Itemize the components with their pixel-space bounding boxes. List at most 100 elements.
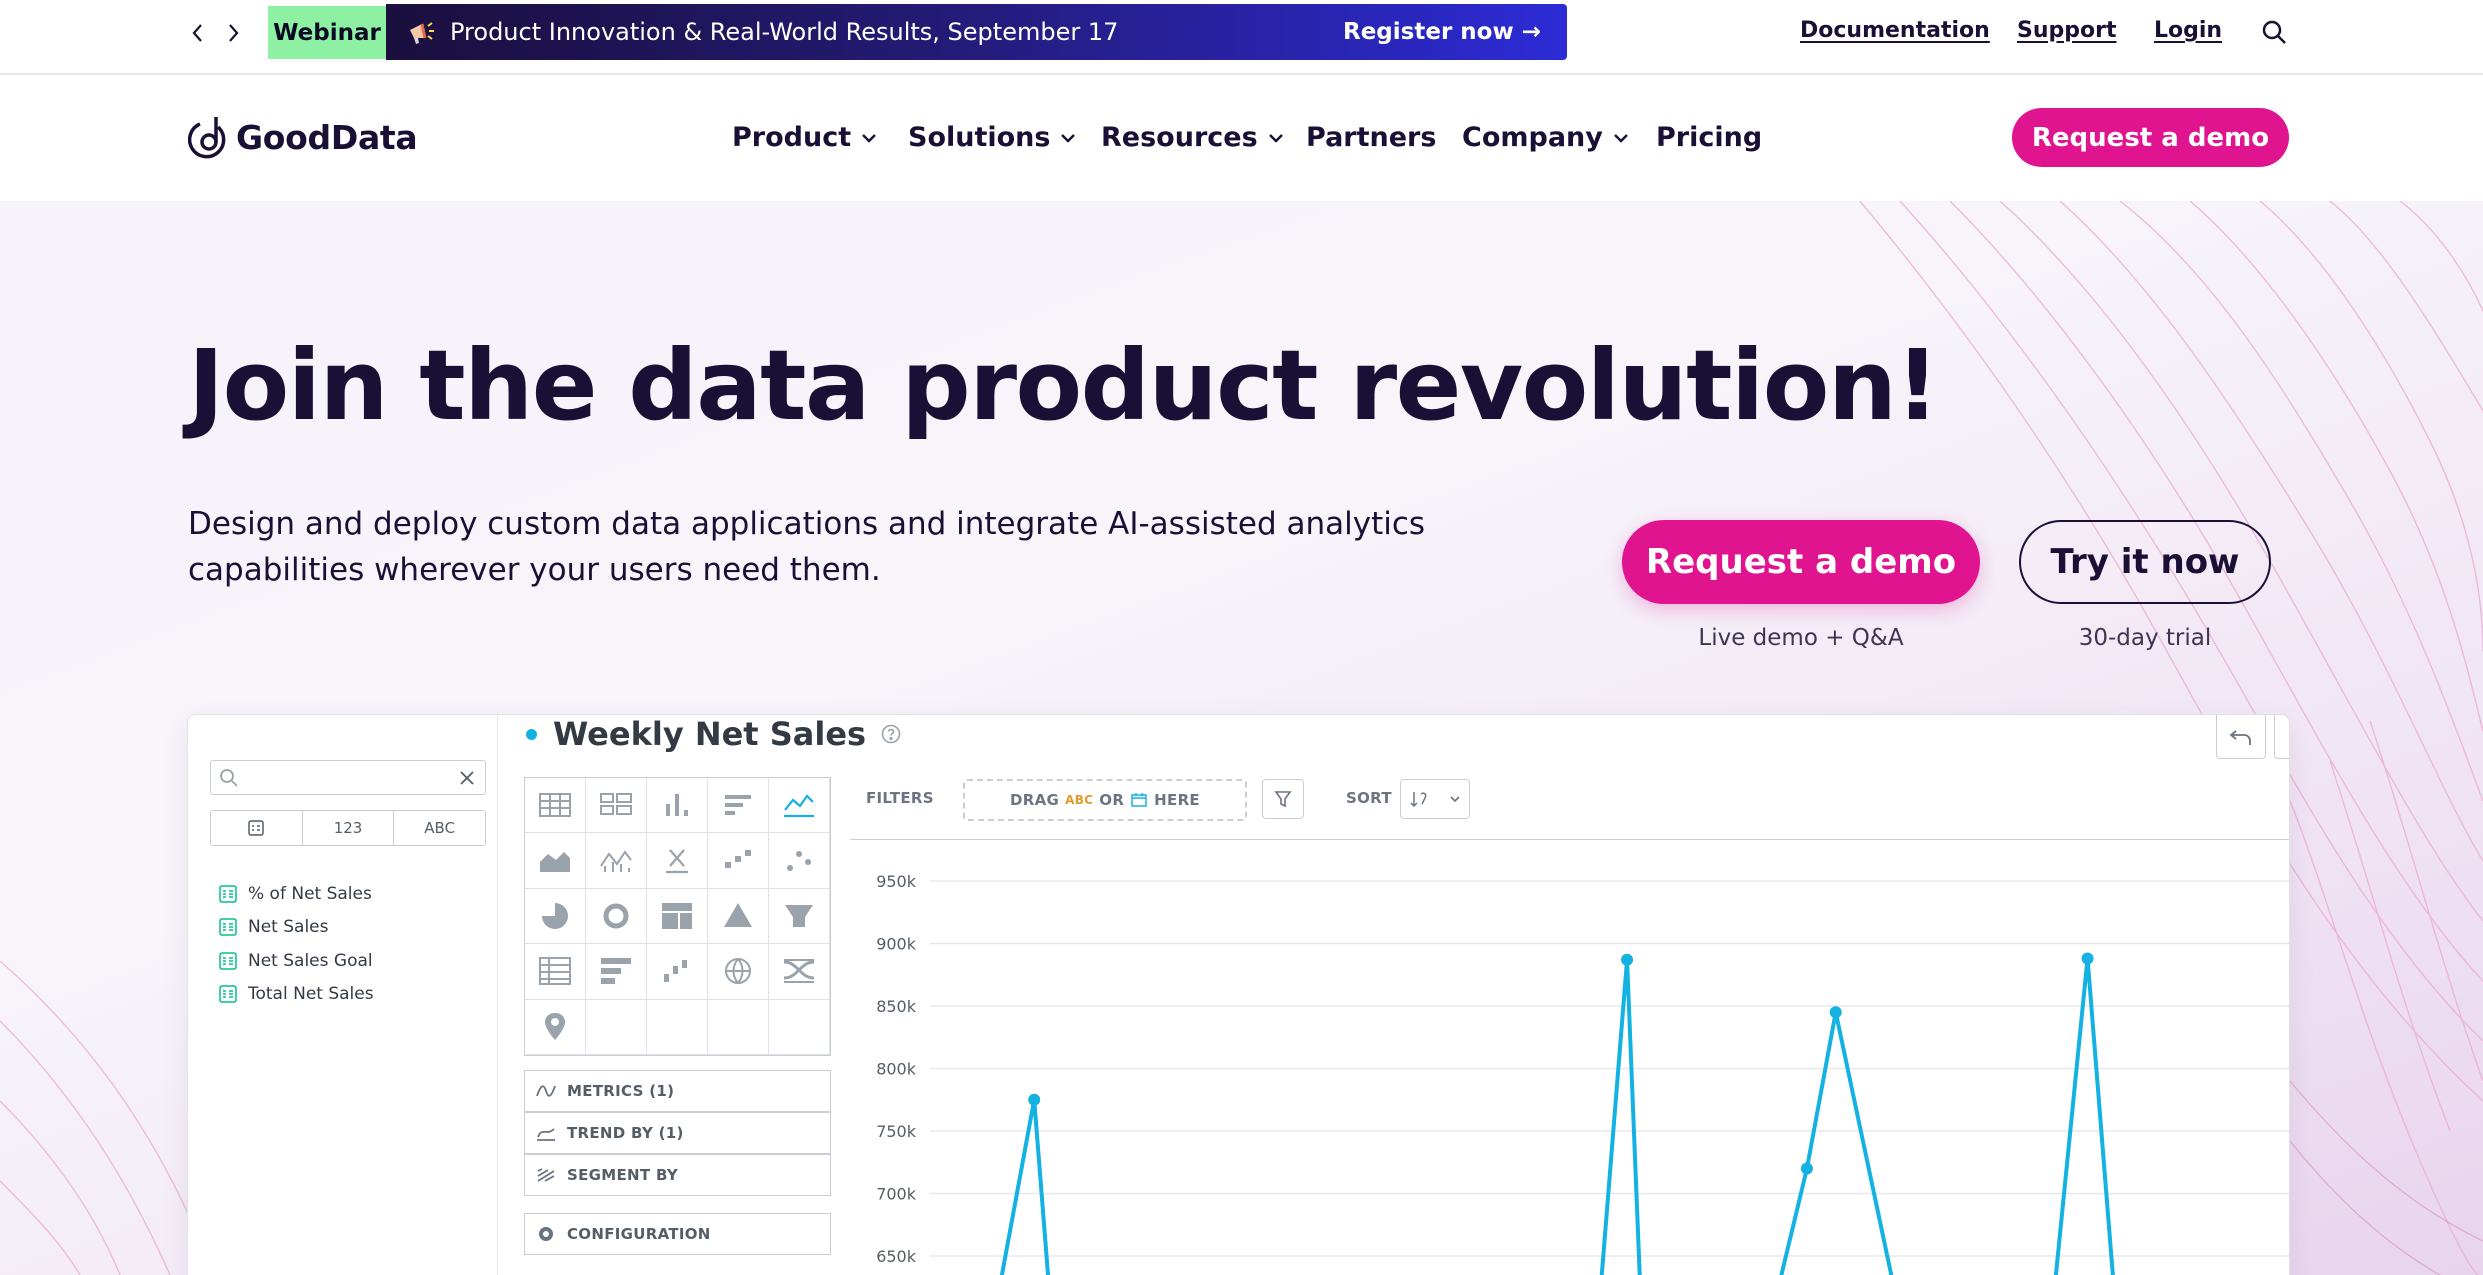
y-tick-label: 900k <box>876 935 917 954</box>
metric-icon <box>219 985 237 1003</box>
search-icon[interactable] <box>2260 18 2288 46</box>
vis-pushpin-button[interactable] <box>525 999 586 1055</box>
vis-donut-button[interactable] <box>586 888 647 945</box>
gooddata-logo[interactable]: GoodData <box>188 113 418 161</box>
bar-chart-icon <box>725 795 751 816</box>
chevron-down-icon <box>1268 133 1283 143</box>
vis-geo-button[interactable] <box>708 944 769 1000</box>
here-label: HERE <box>1154 791 1200 809</box>
documentation-link[interactable]: Documentation <box>1800 18 1990 43</box>
undo-icon <box>2229 729 2251 745</box>
login-link[interactable]: Login <box>2154 18 2222 43</box>
filter-button[interactable] <box>1262 779 1304 819</box>
redo-button[interactable] <box>2274 715 2289 759</box>
catalog-search-input[interactable] <box>210 760 486 795</box>
metrics-list: % of Net Sales Net Sales Net Sales Goal … <box>218 877 374 1011</box>
trend-bucket[interactable]: TREND BY (1) <box>524 1112 831 1154</box>
vis-area-button[interactable] <box>525 833 586 889</box>
filters-label: FILTERS <box>866 789 934 807</box>
vis-treemap-button[interactable] <box>647 888 708 945</box>
clear-icon[interactable] <box>457 768 477 788</box>
vis-waterfall-button[interactable] <box>647 944 708 1000</box>
filter-text-tab[interactable]: ABC <box>394 811 485 845</box>
table-chart-icon <box>539 793 571 818</box>
funnel-filter-icon <box>1274 791 1292 808</box>
help-icon[interactable] <box>880 723 902 745</box>
insight-title-text: Weekly Net Sales <box>553 715 867 753</box>
segment-bucket-label: SEGMENT BY <box>567 1166 679 1184</box>
headline-icon <box>666 848 688 873</box>
metric-icon <box>219 952 237 970</box>
data-point[interactable] <box>1621 953 1634 966</box>
vis-combo-button[interactable] <box>586 833 647 889</box>
list-item[interactable]: Net Sales <box>218 911 374 945</box>
funnel-icon <box>785 904 813 927</box>
vis-pyramid-button[interactable] <box>708 888 769 945</box>
vis-heatmap-button[interactable] <box>708 833 769 889</box>
promo-banner[interactable]: Product Innovation & Real-World Results,… <box>386 4 1567 60</box>
register-now-link[interactable]: Register now → <box>1343 19 1541 45</box>
calendar-icon <box>1131 793 1147 807</box>
list-item[interactable]: % of Net Sales <box>218 877 374 911</box>
chevron-down-icon <box>1061 133 1076 143</box>
main-nav: GoodData Product Solutions Resources Par… <box>0 77 2483 201</box>
vis-repeater-button[interactable] <box>586 944 647 1000</box>
nav-product[interactable]: Product <box>732 122 877 153</box>
column-chart-icon <box>666 794 688 817</box>
sort-dropdown[interactable] <box>1400 779 1470 819</box>
nav-solutions[interactable]: Solutions <box>908 122 1076 153</box>
treemap-icon <box>662 902 692 929</box>
y-tick-label: 700k <box>876 1185 917 1204</box>
list-item[interactable]: Total Net Sales <box>218 978 374 1012</box>
metrics-bucket[interactable]: METRICS (1) <box>524 1070 831 1112</box>
vis-headline-button[interactable] <box>586 778 647 834</box>
data-point[interactable] <box>1028 1093 1041 1106</box>
pivot-chart-icon <box>600 793 632 816</box>
nav-partners[interactable]: Partners <box>1306 122 1436 153</box>
trial-note: 30-day trial <box>2078 625 2212 651</box>
request-demo-nav-button[interactable]: Request a demo <box>2012 108 2289 167</box>
data-point[interactable] <box>1800 1162 1813 1175</box>
vis-empty-cell <box>586 999 647 1055</box>
vis-sankey-button[interactable] <box>769 944 830 1000</box>
repeater-icon <box>601 958 631 985</box>
nav-resources[interactable]: Resources <box>1101 122 1284 153</box>
search-icon <box>220 769 238 787</box>
vis-headline-x-button[interactable] <box>647 833 708 889</box>
vis-funnel-button[interactable] <box>769 888 830 945</box>
request-demo-hero-button[interactable]: Request a demo <box>1622 520 1980 604</box>
vis-pie-button[interactable] <box>525 888 586 945</box>
abc-label: ABC <box>1065 793 1094 807</box>
nav-pricing[interactable]: Pricing <box>1656 122 1762 153</box>
vis-line-button[interactable] <box>769 778 830 834</box>
filter-numbers-tab[interactable]: 123 <box>303 811 395 845</box>
vis-column-button[interactable] <box>647 778 708 834</box>
metric-icon <box>219 885 237 903</box>
status-dot <box>526 728 537 740</box>
vis-scatter-button[interactable] <box>769 833 830 889</box>
scatter-chart-icon <box>787 850 811 871</box>
weekly-net-sales-line-chart: 950k 900k 850k 800k 750k 700k 650k <box>850 839 2289 1275</box>
pivot-table-icon <box>539 957 571 986</box>
support-link[interactable]: Support <box>2017 18 2116 43</box>
nav-company[interactable]: Company <box>1462 122 1629 153</box>
vis-bar-button[interactable] <box>708 778 769 834</box>
configuration-panel-header[interactable]: CONFIGURATION <box>524 1213 831 1255</box>
next-arrow-icon[interactable] <box>218 18 248 48</box>
filter-all-tab[interactable] <box>211 811 303 845</box>
vis-pivot-button[interactable] <box>525 944 586 1000</box>
undo-button[interactable] <box>2216 715 2266 759</box>
vis-table-button[interactable] <box>525 778 586 834</box>
pyramid-icon <box>724 902 752 927</box>
data-point[interactable] <box>2081 952 2094 965</box>
metric-label: % of Net Sales <box>248 883 372 904</box>
sankey-icon <box>783 959 815 984</box>
prev-arrow-icon[interactable] <box>183 18 213 48</box>
list-item[interactable]: Net Sales Goal <box>218 944 374 978</box>
catalog-panel: 123 ABC % of Net Sales Net Sales Net Sal… <box>188 715 498 1275</box>
data-point[interactable] <box>1829 1006 1842 1019</box>
try-it-now-button[interactable]: Try it now <box>2019 520 2271 604</box>
filter-drop-zone[interactable]: DRAG ABC OR HERE <box>963 779 1247 821</box>
chevron-down-icon <box>1614 133 1628 143</box>
segment-bucket[interactable]: SEGMENT BY <box>524 1154 831 1196</box>
